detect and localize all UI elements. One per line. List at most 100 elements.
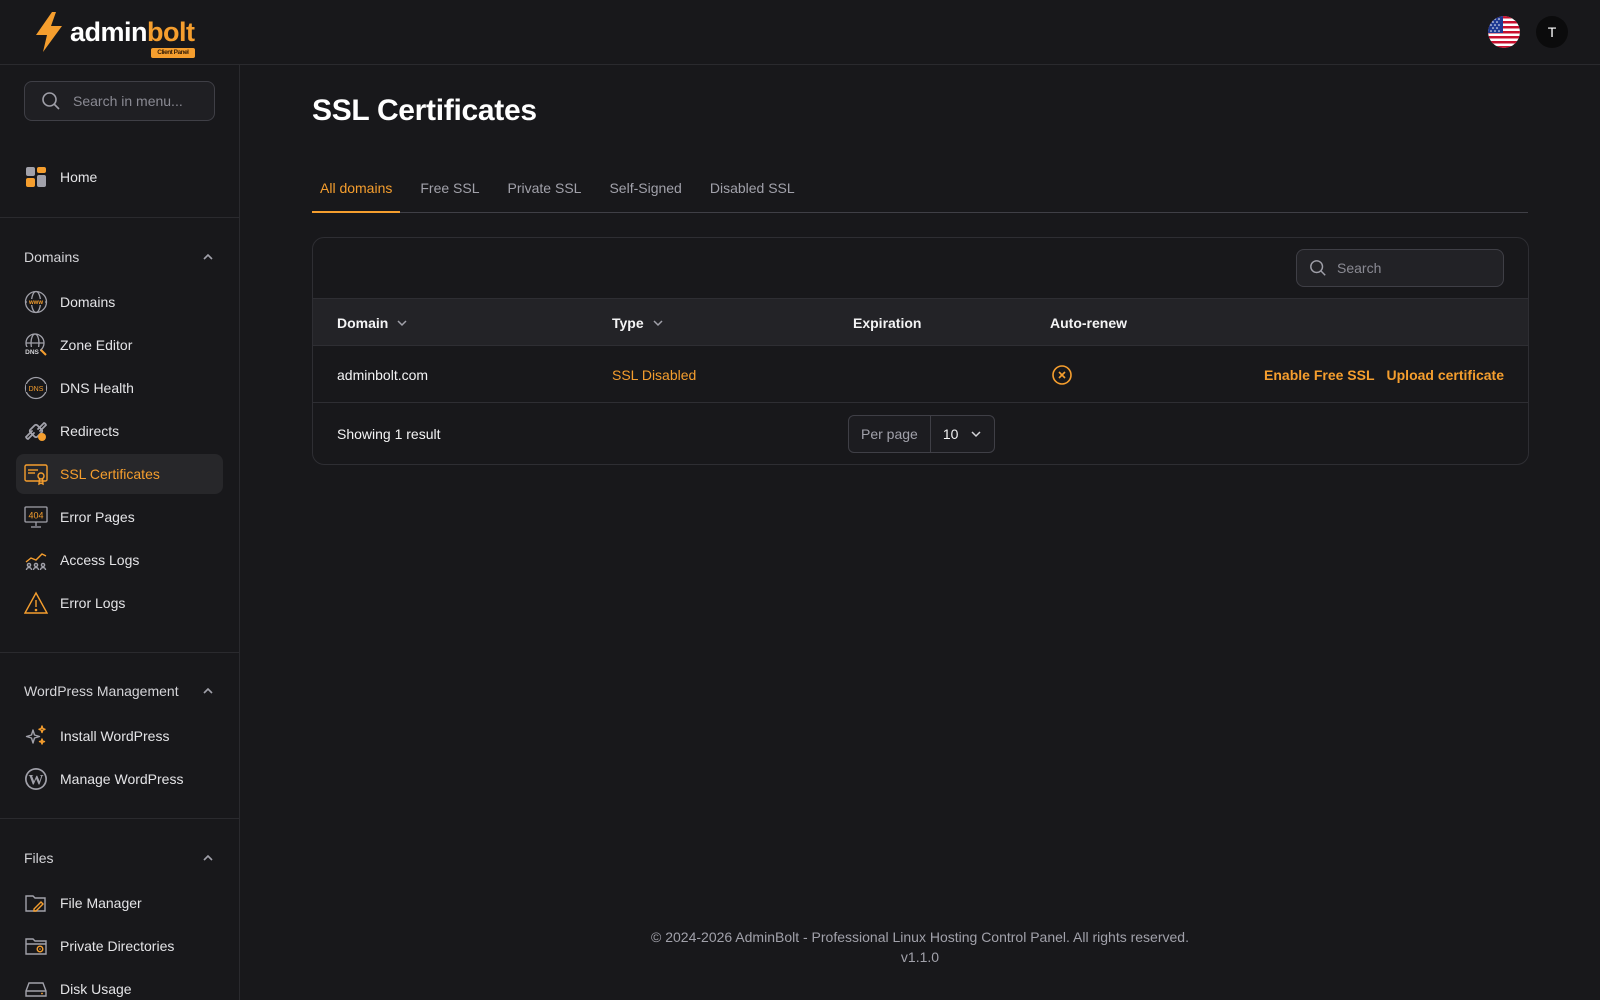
bolt-icon <box>36 12 62 52</box>
link-icon <box>24 419 48 443</box>
sidebar: Home Domains www Domains DNS Zone Editor <box>0 65 240 1000</box>
logo[interactable]: adminbolt Client Panel <box>32 11 195 58</box>
sidebar-item-redirects[interactable]: Redirects <box>16 411 223 451</box>
sidebar-item-label: SSL Certificates <box>60 466 160 482</box>
tab-private-ssl[interactable]: Private SSL <box>500 172 590 213</box>
ssl-table-card: Domain Type Expiration Auto-renew adminb… <box>312 237 1529 465</box>
column-header-domain[interactable]: Domain <box>337 299 408 347</box>
cell-auto-renew <box>1051 346 1073 403</box>
column-header-type[interactable]: Type <box>612 299 664 347</box>
sidebar-item-label: DNS Health <box>60 380 134 396</box>
table-header: Domain Type Expiration Auto-renew <box>313 298 1528 346</box>
folder-edit-icon <box>24 891 48 915</box>
sidebar-item-label: Manage WordPress <box>60 771 184 787</box>
chevron-down-icon <box>653 320 663 327</box>
group-title: Domains <box>24 249 80 265</box>
logo-text-bolt: bolt <box>147 16 195 47</box>
sidebar-item-access-logs[interactable]: Access Logs <box>16 540 223 580</box>
sidebar-item-error-logs[interactable]: Error Logs <box>16 583 223 623</box>
chevron-up-icon[interactable] <box>201 684 215 698</box>
warning-triangle-icon <box>24 591 48 615</box>
sidebar-divider <box>0 652 239 653</box>
sidebar-item-label: Error Logs <box>60 595 126 611</box>
cell-type: SSL Disabled <box>612 366 697 383</box>
sidebar-item-label: Private Directories <box>60 938 175 954</box>
table-search[interactable] <box>1296 249 1504 287</box>
svg-text:DNS: DNS <box>25 349 39 356</box>
sidebar-item-label: Home <box>60 169 98 185</box>
tab-all-domains[interactable]: All domains <box>312 172 401 213</box>
x-circle-icon <box>1052 364 1072 385</box>
search-icon <box>1310 260 1326 276</box>
certificate-icon <box>24 462 48 486</box>
404-monitor-icon: 404 <box>24 505 48 529</box>
top-bar: adminbolt Client Panel T <box>0 0 1600 65</box>
sidebar-item-label: Install WordPress <box>60 728 170 744</box>
sidebar-item-dns-health[interactable]: DNS DNS Health <box>16 368 223 408</box>
tab-bar: All domains Free SSL Private SSL Self-Si… <box>312 172 1528 213</box>
sidebar-item-private-directories[interactable]: Private Directories <box>16 926 223 966</box>
sidebar-item-file-manager[interactable]: File Manager <box>16 883 223 923</box>
folder-lock-icon <box>24 934 48 958</box>
dns-globe-icon: DNS <box>24 333 48 357</box>
sidebar-search[interactable] <box>24 81 215 121</box>
sidebar-item-error-pages[interactable]: 404 Error Pages <box>16 497 223 537</box>
sidebar-item-label: Access Logs <box>60 552 140 568</box>
per-page-select[interactable]: Per page 10 <box>848 415 996 453</box>
sidebar-item-label: Disk Usage <box>60 981 132 997</box>
column-label: Auto-renew <box>1050 315 1127 331</box>
www-globe-icon: www <box>24 290 48 314</box>
tab-free-ssl[interactable]: Free SSL <box>412 172 487 213</box>
sidebar-item-manage-wordpress[interactable]: W Manage WordPress <box>16 759 223 799</box>
sidebar-item-home[interactable]: Home <box>16 157 223 197</box>
chart-people-icon <box>24 548 48 572</box>
sidebar-item-install-wordpress[interactable]: Install WordPress <box>16 716 223 756</box>
search-icon <box>42 92 60 110</box>
logo-wordmark: adminbolt Client Panel <box>70 16 195 58</box>
home-grid-icon <box>24 165 48 189</box>
chevron-down-icon <box>397 320 407 327</box>
sidebar-item-ssl-certificates[interactable]: SSL Certificates <box>16 454 223 494</box>
column-header-auto-renew: Auto-renew <box>1050 299 1127 347</box>
sparkles-icon <box>24 724 48 748</box>
sidebar-item-disk-usage[interactable]: Disk Usage <box>16 969 223 1000</box>
tab-self-signed[interactable]: Self-Signed <box>601 172 689 213</box>
chevron-down-icon <box>971 431 981 438</box>
column-label: Domain <box>337 315 389 331</box>
group-header-domains[interactable]: Domains <box>24 245 215 269</box>
sidebar-item-label: Zone Editor <box>60 337 133 353</box>
version-text: v1.1.0 <box>900 949 940 965</box>
enable-free-ssl-button[interactable]: Enable Free SSL <box>1264 367 1374 383</box>
table-footer: Showing 1 result Per page 10 <box>313 403 1528 464</box>
column-label: Type <box>612 315 644 331</box>
per-page-dropdown[interactable]: 10 <box>931 416 995 452</box>
sidebar-item-domains[interactable]: www Domains <box>16 282 223 322</box>
sidebar-item-label: File Manager <box>60 895 142 911</box>
column-label: Expiration <box>853 315 922 331</box>
sidebar-item-zone-editor[interactable]: DNS Zone Editor <box>16 325 223 365</box>
sidebar-divider <box>0 217 239 218</box>
chevron-up-icon[interactable] <box>201 250 215 264</box>
copyright-text: © 2024-2026 AdminBolt - Professional Lin… <box>651 929 1189 945</box>
svg-text:W: W <box>29 773 44 789</box>
group-header-files[interactable]: Files <box>24 846 215 870</box>
us-flag-icon[interactable] <box>1488 16 1520 48</box>
user-avatar[interactable]: T <box>1536 16 1568 48</box>
per-page-label: Per page <box>849 416 931 452</box>
group-title: WordPress Management <box>24 683 179 699</box>
hard-drive-icon <box>24 977 48 1000</box>
group-header-wordpress[interactable]: WordPress Management <box>24 679 215 703</box>
sidebar-divider <box>0 818 239 819</box>
logo-text-admin: admin <box>70 16 148 47</box>
dns-shield-icon: DNS <box>24 376 48 400</box>
page-title: SSL Certificates <box>312 94 537 127</box>
sidebar-search-input[interactable] <box>73 93 193 109</box>
chevron-up-icon[interactable] <box>201 851 215 865</box>
upload-certificate-button[interactable]: Upload certificate <box>1387 367 1504 383</box>
per-page-value: 10 <box>942 426 959 442</box>
column-header-expiration: Expiration <box>853 299 921 347</box>
table-row: adminbolt.com SSL Disabled Enable Free S… <box>313 346 1528 403</box>
table-search-input[interactable] <box>1337 260 1487 276</box>
tab-disabled-ssl[interactable]: Disabled SSL <box>702 172 803 213</box>
wordpress-icon: W <box>24 767 48 791</box>
